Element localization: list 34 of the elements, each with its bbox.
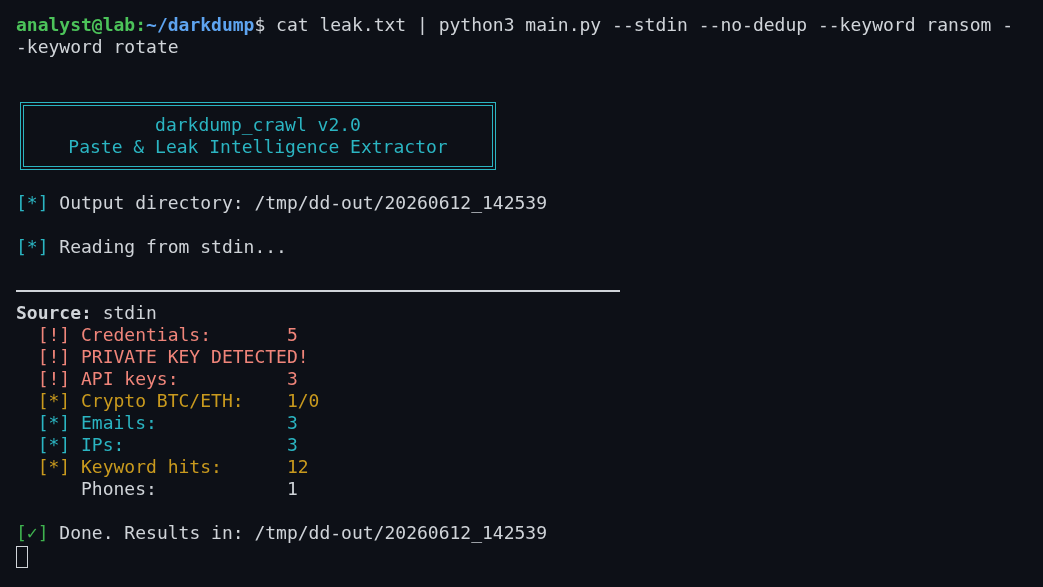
finding-marker: [*] bbox=[37, 412, 71, 433]
finding-marker: [*] bbox=[37, 390, 71, 411]
status-marker: [✓] bbox=[16, 522, 49, 544]
finding-label: IPs: bbox=[81, 434, 125, 455]
finding-label: Crypto BTC/ETH: bbox=[81, 390, 244, 411]
finding-value: 3 bbox=[286, 368, 298, 390]
finding-marker: [!] bbox=[37, 324, 71, 345]
finding-value: 1/0 bbox=[286, 390, 320, 412]
status-message: Output directory: /tmp/dd-out/20260612_142539 bbox=[59, 192, 547, 214]
finding-marker: [*] bbox=[37, 456, 71, 477]
banner-title: darkdump_crawl v2.0 bbox=[155, 114, 361, 136]
finding-marker: [*] bbox=[37, 434, 71, 455]
cursor bbox=[16, 546, 28, 568]
finding-value: 3 bbox=[286, 434, 298, 456]
finding-label: Phones: bbox=[81, 478, 157, 499]
source-label: Source: bbox=[16, 302, 92, 324]
status-message: Done. Results in: /tmp/dd-out/20260612_142539 bbox=[59, 522, 547, 544]
banner-subtitle: Paste & Leak Intelligence Extractor bbox=[68, 136, 448, 158]
status-message: Reading from stdin... bbox=[59, 236, 287, 258]
status-marker: [*] bbox=[16, 236, 49, 258]
source-value: stdin bbox=[102, 302, 157, 324]
prompt-line: analyst@lab:~/darkdump$ cat leak.txt | python3 main.py --stdin --no-dedup --keyword ransom --keyword rotate bbox=[16, 14, 1014, 58]
finding-value: 5 bbox=[286, 324, 298, 346]
finding-value: 12 bbox=[286, 456, 309, 478]
finding-value: 3 bbox=[286, 412, 298, 434]
finding-label: Keyword hits: bbox=[81, 456, 222, 477]
finding-marker: [!] bbox=[37, 346, 71, 367]
finding-marker: [!] bbox=[37, 368, 71, 389]
finding-label: PRIVATE KEY DETECTED! bbox=[81, 346, 309, 367]
finding-label: API keys: bbox=[81, 368, 179, 389]
finding-label: Emails: bbox=[81, 412, 157, 433]
status-marker: [*] bbox=[16, 192, 49, 214]
finding-label: Credentials: bbox=[81, 324, 212, 345]
finding-value: 1 bbox=[286, 478, 298, 500]
